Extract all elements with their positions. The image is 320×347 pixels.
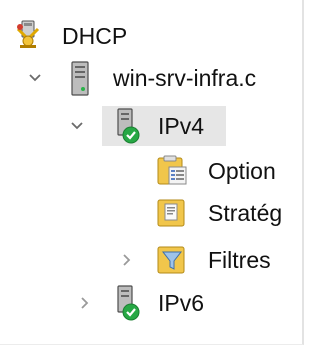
server-options-icon — [156, 155, 188, 187]
chevron-down-icon[interactable] — [26, 58, 44, 98]
ipv4-scope-icon — [112, 108, 142, 144]
tree-node-options[interactable]: Option — [0, 151, 300, 191]
chevron-down-icon[interactable] — [68, 106, 86, 146]
tree-node-label: IPv4 — [158, 113, 205, 139]
tree-node-server[interactable]: win-srv-infra.c — [0, 58, 300, 98]
tree-node-label: IPv6 — [158, 290, 205, 316]
tree-node-label: Option — [208, 158, 276, 184]
tree-node-label: win-srv-infra.c — [113, 65, 257, 91]
tree-node-ipv6[interactable]: IPv6 — [0, 283, 300, 323]
dhcp-server-icon — [14, 19, 44, 49]
policies-icon — [156, 197, 188, 229]
tree-node-label: DHCP — [62, 23, 128, 49]
tree-node-label: Filtres — [208, 247, 271, 273]
filter-funnel-icon — [156, 244, 188, 276]
tree-node-filters[interactable]: Filtres — [0, 240, 300, 280]
chevron-right-icon[interactable] — [76, 283, 94, 323]
tree-node-ipv4-content[interactable]: IPv4 — [0, 106, 300, 146]
console-tree: DHCP win-srv-infra.c IPv4 Option Stratég… — [0, 0, 304, 345]
chevron-right-icon[interactable] — [118, 240, 136, 280]
tree-node-label: Stratég — [208, 200, 283, 226]
ipv6-scope-icon — [112, 285, 142, 321]
server-tower-icon — [68, 61, 92, 97]
tree-node-dhcp[interactable]: DHCP — [0, 16, 300, 56]
tree-node-policies[interactable]: Stratég — [0, 193, 300, 233]
